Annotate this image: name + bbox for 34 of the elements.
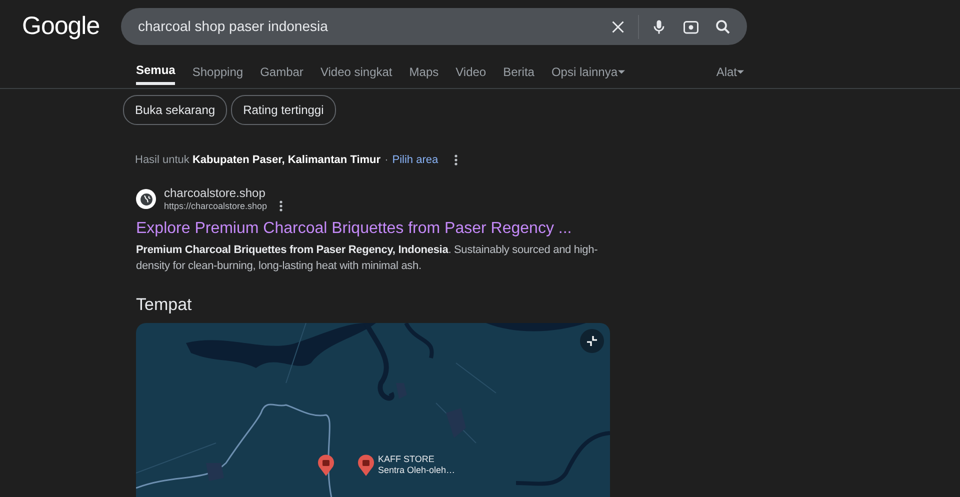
filter-chip[interactable]: Buka sekarang [123,95,228,125]
site-name: charcoalstore.shop [164,186,266,200]
collapse-icon[interactable] [586,334,598,346]
search-input[interactable]: charcoal shop paser indonesia [136,15,598,38]
map-pin-icon[interactable] [357,452,375,477]
section-heading: Tempat [136,294,193,316]
place-name: KAFF STORE [378,454,436,464]
caret-icon [618,70,625,74]
tab[interactable]: Video [456,54,486,88]
result-url: https://charcoalstore.shop [164,200,268,213]
separator-dot: · [384,153,388,168]
location-text: Hasil untuk Kabupaten Paser, Kalimantan Timur [135,153,381,168]
tab[interactable]: Maps [409,54,439,88]
choose-area-link[interactable]: Pilih area [392,152,438,168]
tools-dropdown[interactable]: Alat [716,54,744,88]
tab[interactable]: Semua [136,54,176,85]
tab[interactable]: Shopping [192,54,244,88]
map-pin-icon[interactable] [317,452,335,477]
map[interactable]: KAFF STORE Sentra Oleh-oleh… [136,322,610,497]
collapse-map-button[interactable] [580,328,604,352]
result-title-link[interactable]: Explore Premium Charcoal Briquettes from Paser Regency ... [136,217,572,241]
dropdown-tab[interactable]: Opsi lainnya [551,54,625,88]
place-category: Sentra Oleh-oleh… [378,464,456,476]
filter-chip[interactable]: Rating tertinggi [231,95,336,125]
tab[interactable]: Gambar [260,54,304,88]
more-options-icon[interactable] [454,154,458,166]
result-snippet: Premium Charcoal Briquettes from Paser Regency, Indonesia. Sustainably sourced and high-density for clean-burning, long-lasting heat with minimal ash. [136,243,599,274]
search-field[interactable]: charcoal shop paser indonesia [121,8,747,45]
caret-icon [737,70,744,74]
logo[interactable]: Google [0,8,121,46]
globe-icon [136,189,156,210]
tab[interactable]: Berita [503,54,534,88]
more-options-icon[interactable] [279,200,284,212]
tab[interactable]: Video singkat [320,54,392,88]
